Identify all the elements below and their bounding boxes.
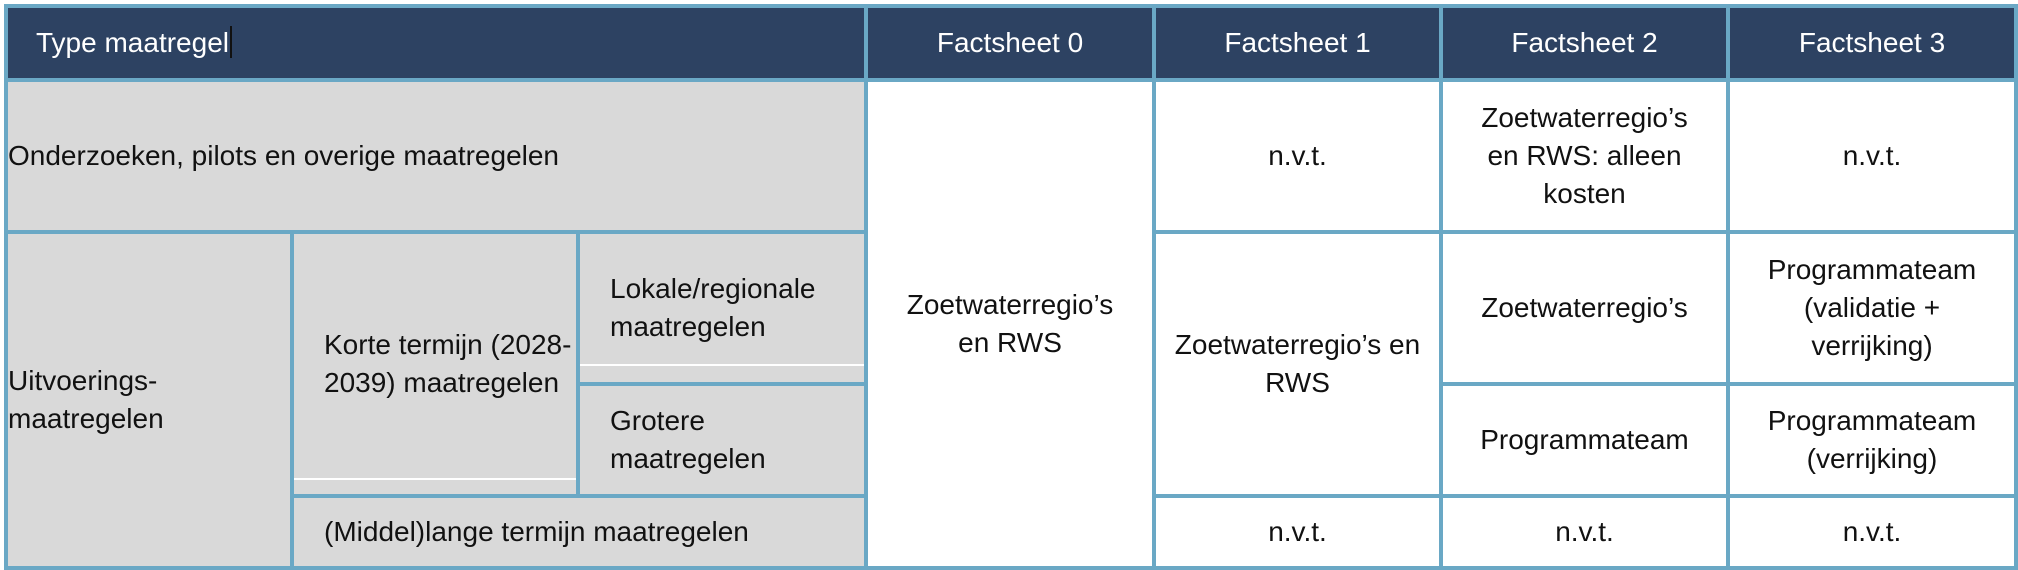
cell-onderzoeken-factsheet-2: Zoetwaterregio’s en RWS: alleen kosten [1439, 78, 1730, 234]
label-korte-termijn: Korte termijn (2028-2039) maatregelen [290, 230, 580, 498]
label-middellange: (Middel)lange termijn maatregelen [290, 494, 868, 570]
cell-onderzoeken-factsheet-3: n.v.t. [1726, 78, 2018, 234]
header-row: Type maatregel Factsheet 0 Factsheet 1 F… [4, 4, 2018, 82]
label-uitvoerings: Uitvoerings-maatregelen [4, 230, 294, 570]
header-factsheet-1: Factsheet 1 [1152, 4, 1443, 82]
korte-termijn-divider [294, 478, 576, 480]
cell-lokale-factsheet-2: Zoetwaterregio’s [1439, 230, 1730, 386]
cell-factsheet-0-all: Zoetwaterregio’s en RWS [864, 78, 1156, 570]
text-caret [230, 26, 232, 58]
label-lokale-text: Lokale/regionale maatregelen [610, 273, 816, 342]
cell-grotere-factsheet-3: Programmateam (verrijking) [1726, 382, 2018, 498]
label-onderzoeken: Onderzoeken, pilots en overige maatregel… [4, 78, 868, 234]
cell-uitvoering-factsheet-1: Zoetwaterregio’s en RWS [1152, 230, 1443, 498]
cell-grotere-factsheet-2: Programmateam [1439, 382, 1730, 498]
header-type-maatregel[interactable]: Type maatregel [4, 4, 868, 82]
row-onderzoeken: Onderzoeken, pilots en overige maatregel… [4, 78, 2018, 570]
cell-lokale-factsheet-3: Programmateam (validatie + verrijking) [1726, 230, 2018, 386]
header-type-maatregel-label: Type maatregel [36, 27, 229, 58]
cell-middellange-factsheet-2: n.v.t. [1439, 494, 1730, 570]
cell-middellange-factsheet-3: n.v.t. [1726, 494, 2018, 570]
cell-onderzoeken-factsheet-1: n.v.t. [1152, 78, 1443, 234]
cell-middellange-factsheet-1: n.v.t. [1152, 494, 1443, 570]
header-factsheet-3: Factsheet 3 [1726, 4, 2018, 82]
measures-table-frame: Type maatregel Factsheet 0 Factsheet 1 F… [4, 4, 2018, 570]
lokale-divider [580, 364, 864, 366]
measures-table: Type maatregel Factsheet 0 Factsheet 1 F… [4, 4, 2018, 570]
header-factsheet-0: Factsheet 0 [864, 4, 1156, 82]
label-lokale: Lokale/regionale maatregelen [576, 230, 868, 386]
header-factsheet-2: Factsheet 2 [1439, 4, 1730, 82]
label-korte-termijn-text: Korte termijn (2028-2039) maatregelen [324, 329, 572, 398]
label-grotere: Grotere maatregelen [576, 382, 868, 498]
